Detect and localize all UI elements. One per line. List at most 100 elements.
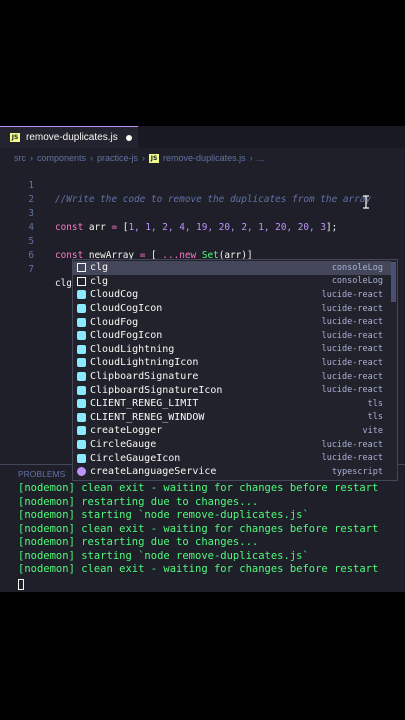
terminal-cursor [18, 578, 24, 590]
chevron-right-icon: › [90, 153, 94, 163]
suggestion-source: consoleLog [331, 276, 383, 287]
breadcrumb-more[interactable]: ... [257, 153, 265, 163]
suggestion-item[interactable]: createLanguageService typescript [73, 465, 391, 479]
suggestion-item[interactable]: clg consoleLog [73, 275, 391, 289]
terminal-line: [nodemon] clean exit - waiting for chang… [18, 563, 379, 575]
suggestion-source: lucide-react [321, 357, 383, 368]
suggestion-label: createLogger [90, 425, 163, 437]
variable-icon [77, 440, 86, 450]
variable-icon [77, 331, 86, 341]
suggestion-source: lucide-react [321, 439, 383, 450]
variable-icon [77, 385, 86, 395]
suggestion-item[interactable]: createLogger vite [73, 424, 391, 438]
terminal-line: [nodemon] clean exit - waiting for chang… [18, 522, 379, 535]
suggestion-source: lucide-react [321, 303, 383, 314]
javascript-file-icon: JS [10, 133, 20, 142]
suggestion-item[interactable]: clg consoleLog [73, 261, 391, 275]
chevron-right-icon: › [249, 153, 253, 163]
suggestion-label: CloudLightningIcon [90, 357, 199, 369]
breadcrumb-components[interactable]: components [37, 153, 86, 163]
variable-icon [77, 317, 86, 327]
suggestion-label: CLIENT_RENEG_WINDOW [90, 411, 205, 423]
suggestion-label: createLanguageService [90, 466, 217, 478]
unsaved-dot-icon[interactable] [125, 134, 132, 141]
breadcrumb-file[interactable]: remove-duplicates.js [163, 153, 246, 163]
tab-problems[interactable]: PROBLEMS [18, 469, 65, 479]
terminal-line: [nodemon] starting `node remove-duplicat… [18, 549, 309, 562]
suggestion-item[interactable]: ClipboardSignatureIcon lucide-react [73, 383, 391, 397]
suggestion-item[interactable]: CircleGaugeIcon lucide-react [73, 451, 391, 465]
breadcrumb: src › components › practice-js › JS remo… [14, 151, 264, 165]
terminal-line: [nodemon] starting `node remove-duplicat… [18, 509, 309, 521]
suggestion-label: CloudLightning [90, 343, 175, 355]
code-line[interactable]: 5 const newArray = [ ...new Set(arr)] [0, 221, 405, 261]
suggestion-source: consoleLog [331, 262, 383, 273]
variable-icon [77, 304, 86, 314]
suggestion-item[interactable]: CloudLightningIcon lucide-react [73, 356, 391, 370]
suggestion-source: tls [367, 412, 383, 423]
tab-bar: JS remove-duplicates.js [0, 126, 405, 148]
suggestion-source: lucide-react [321, 330, 383, 341]
suggestion-label: clg [90, 275, 109, 287]
snippet-icon [77, 263, 86, 273]
suggestion-scrollbar[interactable] [391, 262, 396, 302]
chevron-right-icon: › [142, 153, 146, 163]
suggestion-item[interactable]: CloudFog lucide-react [73, 315, 391, 329]
suggestion-item[interactable]: CLIENT_RENEG_WINDOW tls [73, 411, 391, 425]
suggestion-label: CloudCog [90, 289, 139, 301]
variable-icon [77, 453, 86, 463]
snippet-icon [77, 276, 86, 286]
suggestion-label: ClipboardSignature [90, 371, 199, 383]
suggestion-source: lucide-react [321, 385, 383, 396]
suggestion-source: tls [367, 398, 383, 409]
suggestion-label: CloudFogIcon [90, 330, 163, 342]
suggestion-label: clg [90, 262, 109, 274]
suggestion-item[interactable]: CloudLightning lucide-react [73, 343, 391, 357]
terminal-line: [nodemon] clean exit - waiting for chang… [18, 482, 379, 494]
code-line[interactable]: 2 [0, 179, 405, 205]
tab-filename: remove-duplicates.js [26, 132, 118, 143]
code-line[interactable]: 3 const arr = [1, 1, 2, 4, 19, 20, 2, 1,… [0, 193, 405, 233]
terminal-output[interactable]: [nodemon] clean exit - waiting for chang… [18, 482, 378, 590]
variable-icon [77, 412, 86, 422]
line-number: 7 [28, 264, 34, 275]
suggestion-item[interactable]: CircleGauge lucide-react [73, 438, 391, 452]
i-beam-cursor-icon [363, 195, 369, 209]
terminal-line: [nodemon] restarting due to changes... [18, 495, 259, 508]
suggestion-source: lucide-react [321, 371, 383, 382]
variable-icon [77, 426, 86, 436]
suggestion-item[interactable]: CloudCog lucide-react [73, 288, 391, 302]
code-line[interactable]: 6 [0, 235, 405, 261]
suggestion-widget[interactable]: clg consoleLog clg consoleLog CloudCog luci… [72, 259, 398, 481]
suggestion-source: vite [362, 425, 383, 436]
variable-icon [77, 399, 86, 409]
suggestion-source: lucide-react [321, 317, 383, 328]
suggestion-label: CloudFog [90, 316, 139, 328]
variable-icon [77, 290, 86, 300]
function-icon [77, 467, 86, 477]
terminal-line: [nodemon] restarting due to changes... [18, 536, 259, 548]
code-line[interactable]: 1 //Write the code to remove the duplica… [0, 165, 405, 205]
suggestion-source: lucide-react [321, 453, 383, 464]
code-line[interactable]: 4 [0, 207, 405, 233]
suggestion-label: ClipboardSignatureIcon [90, 384, 223, 396]
chevron-right-icon: › [30, 153, 33, 163]
suggestion-item[interactable]: CloudFogIcon lucide-react [73, 329, 391, 343]
video-letterbox-top [0, 0, 405, 126]
suggestion-item[interactable]: CLIENT_RENEG_LIMIT tls [73, 397, 391, 411]
suggestion-label: CLIENT_RENEG_LIMIT [90, 398, 199, 410]
javascript-file-icon: JS [149, 153, 160, 163]
breadcrumb-practice-js[interactable]: practice-js [97, 153, 138, 163]
suggestion-item[interactable]: ClipboardSignature lucide-react [73, 370, 391, 384]
suggestion-item[interactable]: CloudCogIcon lucide-react [73, 302, 391, 316]
suggestion-source: lucide-react [321, 344, 383, 355]
suggestion-label: CircleGauge [90, 439, 157, 451]
suggestion-label: CircleGaugeIcon [90, 452, 181, 464]
editor-tab[interactable]: JS remove-duplicates.js [0, 126, 138, 148]
suggestion-label: CloudCogIcon [90, 303, 163, 315]
video-letterbox-bottom [0, 592, 405, 720]
typed-text: clg [55, 278, 72, 289]
variable-icon [77, 372, 86, 382]
breadcrumb-src[interactable]: src [14, 153, 26, 163]
variable-icon [77, 358, 86, 368]
